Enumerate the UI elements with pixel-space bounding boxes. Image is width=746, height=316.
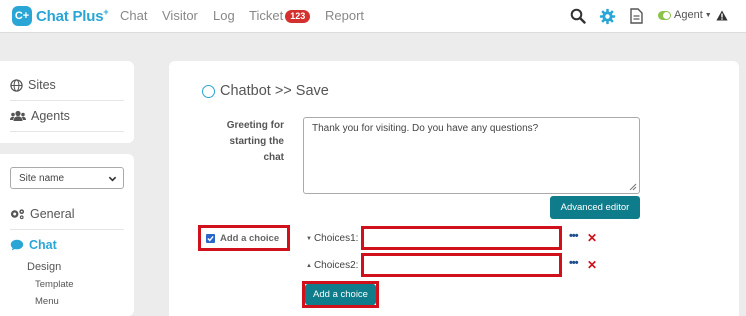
logo-icon: C+ [12,6,32,26]
choice2-label-text: Choices2: [313,260,359,271]
gears-icon [10,209,25,220]
page-title-text: Chatbot >> Save [220,83,329,99]
greeting-text: Thank you for visiting. Do you have any … [312,123,539,134]
delete-icon[interactable]: ✕ [587,258,597,272]
sidebar-item-label: General [30,207,75,221]
globe-icon [10,78,23,92]
more-options-icon[interactable]: ••• [569,257,579,269]
caret-down-icon: ▼ [704,11,712,19]
nav-log[interactable]: Log [213,8,235,23]
search-icon[interactable] [568,6,588,26]
logo[interactable]: C+ Chat Plus+ [12,5,109,27]
warning-icon [716,10,728,20]
sidebar-subitem-menu[interactable]: Menu [35,296,59,307]
chat-bubble-icon [10,239,24,251]
greeting-textarea[interactable]: Thank you for visiting. Do you have any … [303,117,640,194]
more-options-icon[interactable]: ••• [569,230,579,242]
divider [10,100,124,101]
sidebar-item-sites[interactable]: Sites [10,78,56,92]
site-select-value: Site name [19,173,65,184]
online-toggle-icon[interactable] [658,10,671,20]
sidebar-subitem-template[interactable]: Template [35,279,74,290]
nav-ticket-label: Ticket [249,8,284,23]
nav-visitor[interactable]: Visitor [162,8,198,23]
check-icon [207,235,214,241]
page-title: Chatbot >> Save [202,83,329,99]
users-icon [10,110,26,121]
choice2-input[interactable] [361,253,562,277]
triangle-down-icon: ▼ [306,235,312,242]
logo-plus: + [103,7,109,17]
top-bar: C+ Chat Plus+ Chat Visitor Log Ticket 123… [0,0,746,33]
site-select[interactable]: Site name [10,167,124,189]
sidebar-item-general[interactable]: General [10,207,74,221]
add-choice-highlight: Add a choice [302,281,379,308]
agent-label: Agent [674,9,703,21]
gear-icon[interactable] [594,3,620,29]
nav-chat[interactable]: Chat [120,8,147,23]
chevron-down-icon [108,176,117,182]
choice1-label-text: Choices1: [313,233,359,244]
choice2-label[interactable]: ▲ Choices2: [306,260,358,271]
delete-icon[interactable]: ✕ [587,231,597,245]
document-icon[interactable] [627,6,645,26]
ticket-count-badge: 123 [285,10,311,23]
greeting-label: Greeting for starting the chat [226,120,284,163]
circle-icon [202,84,215,98]
sidebar-item-agents[interactable]: Agents [10,109,70,123]
divider [10,229,124,230]
sidebar-item-label: Agents [31,109,70,123]
add-choice-checkbox-group[interactable]: Add a choice [198,225,290,251]
resize-handle-icon[interactable] [629,183,637,191]
add-choice-checkbox-label: Add a choice [220,232,280,244]
choice1-label[interactable]: ▼ Choices1: [306,233,358,244]
add-choice-checkbox[interactable] [206,233,215,243]
nav-report[interactable]: Report [325,8,364,23]
nav-ticket[interactable]: Ticket 123 [249,8,311,23]
sidebar-item-chat[interactable]: Chat [10,238,57,252]
agent-status-menu[interactable]: Agent ▼ [658,9,728,21]
sidebar-item-label: Sites [28,78,56,92]
advanced-editor-button[interactable]: Advanced editor [550,196,640,219]
add-choice-button[interactable]: Add a choice [305,284,376,305]
logo-text: Chat Plus [36,8,104,25]
divider [10,131,124,132]
triangle-up-icon: ▲ [306,262,312,269]
choice1-input[interactable] [361,226,562,250]
sidebar-subitem-design[interactable]: Design [27,261,61,273]
sidebar-item-label: Chat [29,238,57,252]
